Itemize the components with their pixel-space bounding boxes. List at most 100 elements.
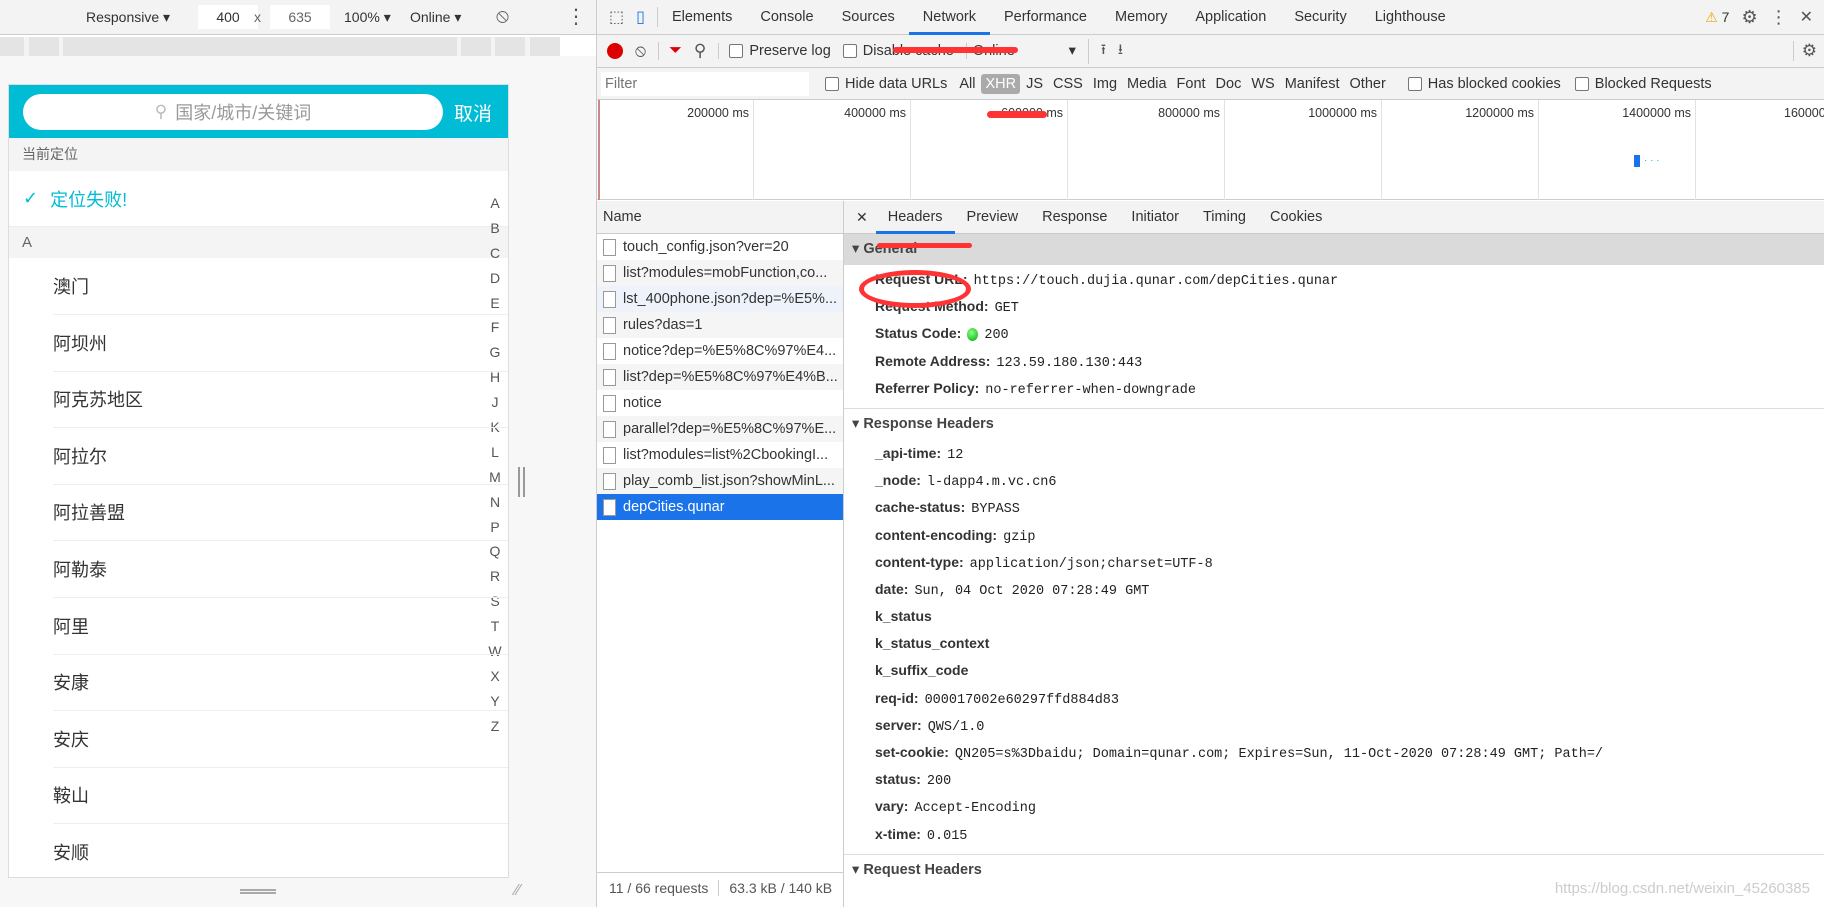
filter-type-other[interactable]: Other (1346, 74, 1390, 94)
device-mode-dropdown[interactable]: Responsive ▾ (86, 9, 170, 26)
resize-corner-icon[interactable]: ⁄⁄ (515, 882, 520, 900)
tab-application[interactable]: Application (1181, 0, 1280, 35)
alphabet-letter[interactable]: A (485, 191, 505, 216)
detail-tab-preview[interactable]: Preview (955, 201, 1031, 234)
request-row[interactable]: rules?das=1 (597, 312, 843, 338)
city-item[interactable]: 安顺 (53, 824, 508, 877)
filter-type-css[interactable]: CSS (1049, 74, 1087, 94)
close-detail-icon[interactable]: ✕ (844, 209, 876, 226)
response-headers-section-header[interactable]: ▾ Response Headers (844, 409, 1824, 440)
request-row[interactable]: list?modules=list%2CbookingI... (597, 442, 843, 468)
inspect-element-icon[interactable]: ⬚ (597, 7, 632, 27)
filter-input[interactable] (601, 71, 809, 96)
request-row[interactable]: parallel?dep=%E5%8C%97%E... (597, 416, 843, 442)
request-row[interactable]: notice?dep=%E5%8C%97%E4... (597, 338, 843, 364)
city-item[interactable]: 鞍山 (53, 767, 508, 825)
filter-type-img[interactable]: Img (1089, 74, 1121, 94)
detail-tab-headers[interactable]: Headers (875, 201, 955, 234)
tab-security[interactable]: Security (1280, 0, 1360, 35)
header-row: server: QWS/1.0 (844, 712, 1824, 739)
resize-handle-bottom[interactable] (240, 889, 276, 894)
request-row[interactable]: depCities.qunar (597, 494, 843, 520)
request-row[interactable]: notice (597, 390, 843, 416)
resize-handle-right[interactable] (518, 467, 525, 497)
request-row[interactable]: list?dep=%E5%8C%97%E4%B... (597, 364, 843, 390)
width-input[interactable]: 400 (198, 5, 258, 29)
watermark: https://blog.csdn.net/weixin_45260385 (1554, 880, 1810, 897)
request-row[interactable]: touch_config.json?ver=20 (597, 234, 843, 260)
filter-icon[interactable]: ⏷ (658, 42, 682, 60)
city-item[interactable]: 安庆 (53, 711, 508, 768)
detail-tab-timing[interactable]: Timing (1191, 201, 1258, 234)
preserve-log-checkbox[interactable]: Preserve log (718, 43, 831, 59)
media-query-bar[interactable] (0, 37, 560, 56)
header-key: _api-time: (875, 444, 942, 461)
city-item[interactable]: 阿克苏地区 (53, 371, 508, 429)
request-row[interactable]: play_comb_list.json?showMinL... (597, 468, 843, 494)
record-icon[interactable] (607, 43, 623, 59)
tab-elements[interactable]: Elements (658, 0, 746, 35)
settings-gear-icon[interactable]: ⚙ (1741, 7, 1757, 28)
city-item[interactable]: 阿坝州 (53, 315, 508, 372)
hide-data-urls-checkbox[interactable]: Hide data URLs (825, 76, 947, 92)
request-name: lst_400phone.json?dep=%E5%... (623, 291, 838, 307)
zoom-dropdown[interactable]: 100% ▾ (344, 9, 391, 26)
city-item[interactable]: 阿拉善盟 (53, 484, 508, 542)
clear-icon[interactable]: ⦸ (635, 41, 646, 61)
filter-type-doc[interactable]: Doc (1212, 74, 1246, 94)
filter-type-media[interactable]: Media (1123, 74, 1171, 94)
has-blocked-cookies-checkbox[interactable]: Has blocked cookies (1407, 76, 1561, 92)
filter-type-js[interactable]: JS (1022, 74, 1047, 94)
checkbox[interactable] (1574, 76, 1589, 91)
city-item[interactable]: 阿里 (53, 598, 508, 655)
throttle-dropdown[interactable]: Online ▾ (410, 9, 461, 26)
rotate-icon[interactable]: ⦸ (496, 5, 509, 28)
filter-type-xhr[interactable]: XHR (981, 73, 1021, 94)
detail-tab-initiator[interactable]: Initiator (1119, 201, 1191, 234)
import-har-icon[interactable]: ⭱ (1087, 38, 1106, 64)
tab-performance[interactable]: Performance (990, 0, 1101, 35)
header-row: Status Code: 200 (844, 320, 1824, 347)
file-icon (603, 472, 616, 490)
request-row[interactable]: lst_400phone.json?dep=%E5%... (597, 286, 843, 312)
general-section-header[interactable]: ▾ General (844, 234, 1824, 265)
tab-network[interactable]: Network (908, 0, 991, 35)
filter-type-all[interactable]: All (955, 74, 979, 94)
name-column-header[interactable]: Name (597, 201, 843, 234)
checkbox[interactable] (729, 44, 744, 59)
alphabet-letter[interactable]: B (485, 216, 505, 241)
device-toggle-icon[interactable]: ▯ (632, 7, 658, 27)
checkbox[interactable] (825, 76, 839, 91)
height-input[interactable]: 635 (270, 5, 330, 29)
warning-badge[interactable]: ⚠ 7 (1705, 9, 1729, 26)
tab-lighthouse[interactable]: Lighthouse (1361, 0, 1460, 35)
search-icon[interactable]: ⚲ (694, 41, 706, 61)
location-item[interactable]: ✓ 定位失败! (9, 171, 508, 227)
city-item[interactable]: 阿拉尔 (53, 428, 508, 485)
tab-memory[interactable]: Memory (1101, 0, 1181, 35)
search-input[interactable]: ⚲ 国家/城市/关键词 (23, 94, 443, 130)
header-value: application/json;charset=UTF-8 (969, 556, 1213, 572)
export-har-icon[interactable]: ⭳ (1118, 39, 1123, 64)
city-item[interactable]: 阿勒泰 (53, 541, 508, 598)
cancel-button[interactable]: 取消 (454, 99, 492, 126)
checkbox[interactable] (1407, 76, 1422, 91)
blocked-requests-checkbox[interactable]: Blocked Requests (1574, 76, 1712, 92)
tab-sources[interactable]: Sources (828, 0, 909, 35)
filter-type-font[interactable]: Font (1173, 74, 1210, 94)
close-devtools-icon[interactable]: ✕ (1800, 7, 1813, 27)
filter-type-manifest[interactable]: Manifest (1281, 74, 1344, 94)
detail-tab-response[interactable]: Response (1030, 201, 1119, 234)
city-item[interactable]: 澳门 (53, 258, 508, 315)
filter-type-ws[interactable]: WS (1247, 74, 1278, 94)
more-options-icon[interactable]: ⋮ (566, 4, 586, 29)
request-name: notice (623, 395, 662, 411)
city-item[interactable]: 安康 (53, 654, 508, 712)
timeline-overview[interactable]: · · · 200000 ms400000 ms600000 ms800000 … (597, 100, 1824, 200)
more-options-icon[interactable]: ⋮ (1770, 7, 1788, 28)
checkbox[interactable] (842, 44, 857, 59)
network-settings-icon[interactable]: ⚙ (1792, 41, 1824, 61)
request-row[interactable]: list?modules=mobFunction,co... (597, 260, 843, 286)
tab-console[interactable]: Console (746, 0, 827, 35)
detail-tab-cookies[interactable]: Cookies (1258, 201, 1334, 234)
